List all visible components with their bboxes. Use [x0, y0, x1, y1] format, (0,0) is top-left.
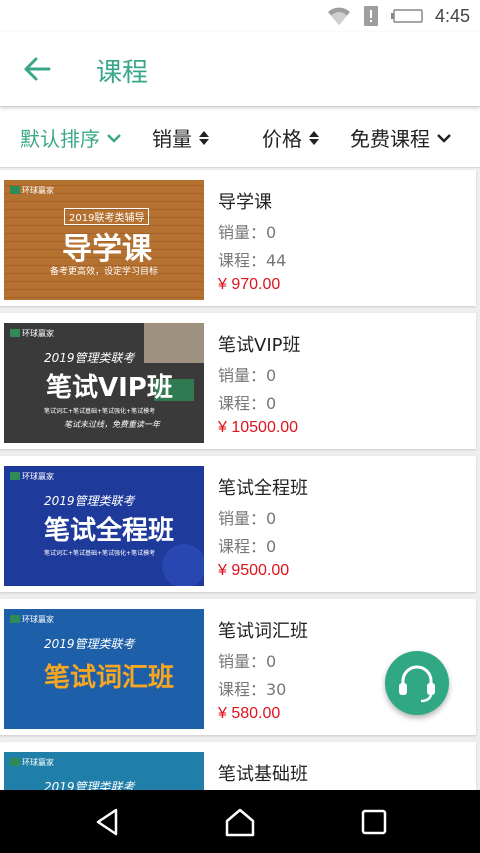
course-title: 笔试全程班 — [218, 478, 308, 499]
thumbnail-subtitle: 2019联考类辅导 — [64, 208, 150, 225]
course-lessons: 课程：44 — [218, 251, 287, 270]
thumbnail-logo: 环球赢家 — [22, 186, 54, 195]
thumbnail-logo: 环球赢家 — [22, 472, 54, 481]
course-sales: 销量：0 — [218, 366, 277, 385]
thumbnail-logo: 环球赢家 — [22, 329, 54, 338]
course-lessons: 课程：30 — [218, 680, 287, 699]
course-title: 笔试基础班 — [218, 764, 308, 785]
recents-icon[interactable] — [358, 806, 390, 838]
course-sales: 销量：0 — [218, 509, 277, 528]
thumbnail-tagline: 笔试词汇+笔试基础+笔试强化+笔试模考 — [44, 550, 156, 557]
filter-label: 销量 — [152, 127, 192, 151]
course-price: ¥ 10500.00 — [218, 419, 299, 436]
customer-service-button[interactable] — [385, 651, 449, 715]
course-title: 导学课 — [218, 192, 272, 213]
clock: 4:45 — [434, 5, 470, 26]
thumbnail-subtitle: 2019管理类联考 — [44, 637, 135, 651]
alert-icon — [363, 6, 378, 26]
filter-default-sort[interactable]: 默认排序 — [20, 123, 122, 152]
course-sales: 销量：0 — [218, 223, 277, 242]
filter-label: 价格 — [262, 127, 302, 151]
thumbnail-tagline-2: 笔试未过线，免费重读一年 — [64, 420, 160, 429]
sort-updown-icon — [309, 130, 319, 145]
thumbnail-subtitle: 2019管理类联考 — [44, 494, 135, 508]
course-lessons: 课程：0 — [218, 394, 277, 413]
course-title: 笔试词汇班 — [218, 621, 308, 642]
thumbnail-logo: 环球赢家 — [22, 615, 54, 624]
course-thumbnail: 环球赢家 2019管理类联考 笔试词汇班 — [4, 609, 204, 729]
status-bar: 4:45 — [0, 0, 480, 32]
wifi-icon — [327, 7, 350, 25]
thumbnail-headline: 导学课 — [62, 232, 152, 267]
course-card[interactable]: 环球赢家 2019管理类联考 笔试基础班 — [0, 742, 476, 790]
filter-free-courses[interactable]: 免费课程 — [350, 123, 452, 152]
arrow-left-icon[interactable] — [22, 56, 52, 82]
thumbnail-subtitle: 2019管理类联考 — [44, 780, 135, 790]
battery-icon — [390, 9, 423, 23]
page-title: 课程 — [96, 58, 149, 88]
course-card[interactable]: 环球赢家 2019管理类联考 笔试全程班 笔试词汇+笔试基础+笔试强化+笔试模考… — [0, 456, 476, 592]
course-sales: 销量：0 — [218, 652, 277, 671]
filter-sales[interactable]: 销量 — [152, 123, 210, 152]
thumbnail-tagline: 笔试词汇+笔试基础+笔试强化+笔试模考 — [44, 408, 156, 415]
thumbnail-tagline: 备考更高效，设定学习目标 — [50, 267, 159, 277]
chevron-down-icon — [107, 133, 121, 143]
filter-label: 免费课程 — [350, 127, 430, 151]
course-price: ¥ 580.00 — [218, 705, 281, 722]
sort-updown-icon — [199, 130, 209, 145]
thumbnail-logo: 环球赢家 — [22, 758, 54, 767]
course-lessons: 课程：0 — [218, 537, 277, 556]
filter-bar: 默认排序 销量 价格 免费课程 — [0, 107, 480, 168]
system-nav-bar — [0, 790, 480, 853]
course-price: ¥ 970.00 — [218, 276, 281, 293]
app-bar: 课程 — [0, 32, 480, 106]
filter-price[interactable]: 价格 — [262, 123, 320, 152]
thumbnail-headline: 笔试词汇班 — [44, 663, 175, 693]
course-card[interactable]: 环球赢家 2019管理类联考 笔试VIP班 笔试词汇+笔试基础+笔试强化+笔试模… — [0, 313, 476, 449]
chevron-down-icon — [437, 133, 451, 143]
thumbnail-headline: 笔试VIP班 — [46, 373, 173, 403]
thumbnail-subtitle: 2019管理类联考 — [44, 351, 135, 365]
course-thumbnail: 环球赢家 2019管理类联考 — [4, 752, 204, 790]
filter-label: 默认排序 — [20, 127, 100, 151]
course-thumbnail: 环球赢家 2019管理类联考 笔试VIP班 笔试词汇+笔试基础+笔试强化+笔试模… — [4, 323, 204, 443]
course-price: ¥ 9500.00 — [218, 562, 290, 579]
thumbnail-headline: 笔试全程班 — [44, 516, 175, 546]
course-card[interactable]: 环球赢家 2019联考类辅导 导学课 备考更高效，设定学习目标 导学课 销量：0… — [0, 170, 476, 306]
home-icon[interactable] — [224, 806, 256, 838]
course-thumbnail: 环球赢家 2019管理类联考 笔试全程班 笔试词汇+笔试基础+笔试强化+笔试模考 — [4, 466, 204, 586]
headset-icon — [399, 665, 435, 703]
course-title: 笔试VIP班 — [218, 335, 301, 356]
back-triangle-icon[interactable] — [92, 806, 124, 838]
course-thumbnail: 环球赢家 2019联考类辅导 导学课 备考更高效，设定学习目标 — [4, 180, 204, 300]
